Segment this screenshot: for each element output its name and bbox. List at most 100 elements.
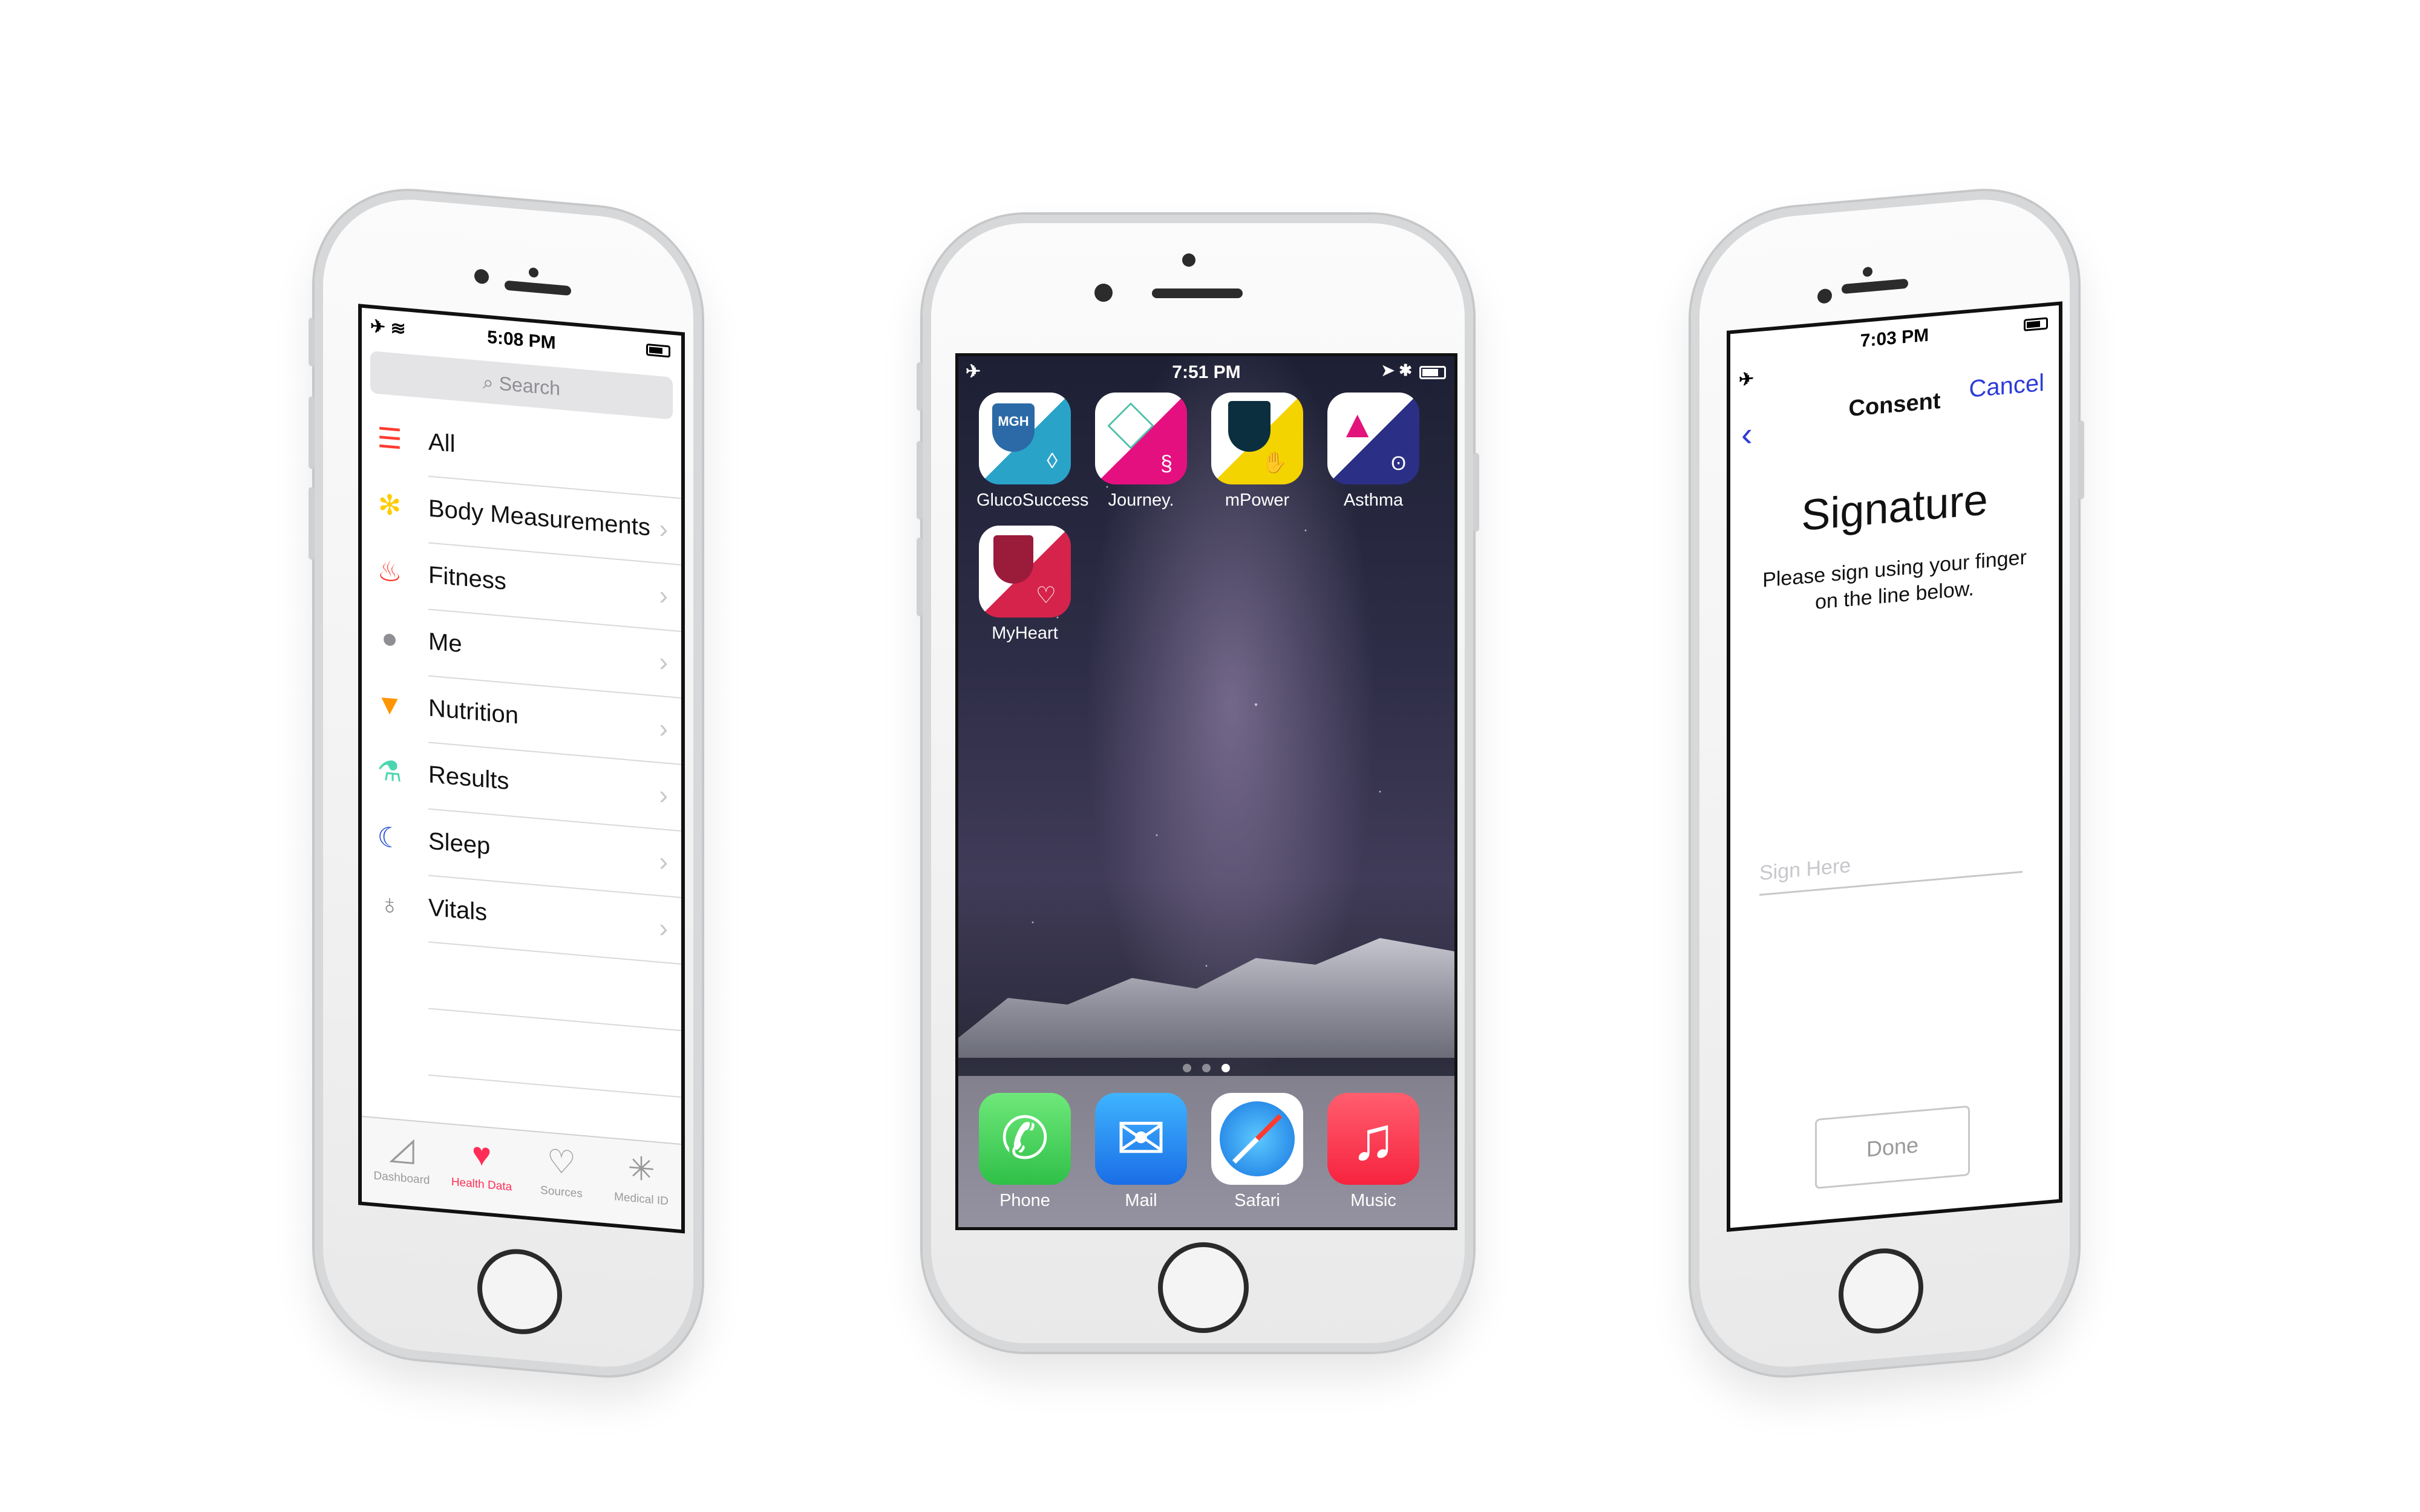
tab-bar: ◿ Dashboard ♥ Health Data ♡ Sources ✳ Me… [362,1115,681,1230]
earpiece-speaker [1842,278,1908,295]
home-button[interactable] [1158,1242,1249,1333]
head-icon: ● [381,621,398,655]
page-dot [1202,1064,1211,1072]
battery-icon [1419,366,1446,379]
journey-icon: § [1095,393,1187,484]
front-camera [1817,288,1832,304]
power-button [2078,420,2084,500]
folder-heart-icon: ♥ [471,1135,492,1174]
status-bar: ✈ 7:51 PM ➤ ✱ [958,356,1454,390]
search-placeholder: Search [499,372,561,400]
app-label: Music [1350,1191,1396,1210]
tab-label: Dashboard [373,1169,430,1187]
sensor [1182,253,1195,267]
heart-outline-icon: ♡ [1035,583,1056,608]
search-icon: ⌕ [482,371,499,394]
home-button[interactable] [1839,1245,1923,1337]
mute-switch [917,362,923,411]
app-safari[interactable]: Safari [1209,1093,1306,1211]
sensor [529,267,538,278]
home-button[interactable] [477,1245,562,1338]
chevron-right-icon: › [659,780,668,811]
battery-icon [2024,317,2048,331]
crest-icon [993,535,1033,584]
signature-pad[interactable]: Sign Here [1759,816,2023,896]
university-shield-icon [1228,401,1270,452]
page-indicator[interactable] [958,1064,1454,1075]
status-bar: ✈ 7:03 PM [1730,305,2059,390]
earpiece-speaker [1152,288,1243,298]
app-myheart[interactable]: ♡ MyHeart [976,526,1073,644]
moon-icon: ☾ [377,821,402,855]
app-label: GlucoSuccess [976,490,1089,510]
heart-arrow-icon: ♡ [546,1142,577,1182]
category-label: Me [428,628,462,658]
myheart-icon: ♡ [979,526,1071,618]
signature-placeholder: Sign Here [1759,853,1851,885]
category-label: Vitals [428,894,488,926]
category-label: Nutrition [428,694,518,729]
app-music[interactable]: ♫ Music [1325,1093,1422,1211]
tab-medical-id[interactable]: ✳ Medical ID [601,1138,681,1230]
sensor [1863,266,1872,278]
asterisk-icon: ✳ [627,1150,655,1189]
category-label: Fitness [428,561,506,595]
page-dot-current [1221,1064,1230,1072]
drop-icon: ◊ [1047,448,1058,473]
app-journey[interactable]: § Journey. [1093,393,1189,510]
category-label: Sleep [428,827,491,860]
front-camera [474,269,489,285]
music-note-icon: ♫ [1327,1093,1419,1185]
front-camera [1094,284,1113,302]
consent-screen: ✈ 7:03 PM ‹ Consent Cancel Signature Ple… [1727,301,2062,1232]
location-bluetooth-icon: ➤ ✱ [1381,361,1412,379]
tab-sources[interactable]: ♡ Sources [522,1131,601,1223]
chevron-right-icon: › [659,846,668,878]
app-glucosuccess[interactable]: MGH ◊ GlucoSuccess [976,393,1089,510]
cube-icon [1107,402,1154,449]
power-button [1473,453,1479,532]
app-mpower[interactable]: ✋ mPower [1209,393,1306,510]
volume-down-button [309,487,315,561]
phone-icon: ✆ [979,1093,1071,1185]
app-label: Asthma [1343,490,1404,510]
hand-icon: ✋ [1261,451,1287,474]
glucosuccess-icon: MGH ◊ [979,393,1071,484]
health-category-list: ☰ All ✻ Body Measurements › ♨ Fitness › … [362,405,681,1098]
tab-dashboard[interactable]: ◿ Dashboard [362,1117,442,1209]
tab-label: Health Data [451,1175,512,1194]
list-icon: ☰ [377,422,402,455]
done-button[interactable]: Done [1815,1105,1970,1190]
mpower-icon: ✋ [1211,393,1303,484]
home-screen: ✈ 7:51 PM ➤ ✱ MGH ◊ GlucoSuccess § Journ… [955,353,1457,1230]
volume-down-button [917,538,923,616]
battery-icon [646,343,670,358]
asthma-icon: ▲ ʘ [1327,393,1419,484]
chevron-right-icon: › [659,580,668,611]
tab-health-data[interactable]: ♥ Health Data [442,1124,522,1216]
person-icon: ✻ [378,488,402,522]
airplane-icon: ✈ [1739,368,1754,391]
app-label: Phone [999,1191,1050,1210]
dock: ✆ Phone ✉ Mail Safari ♫ Music [958,1076,1454,1227]
chevron-right-icon: › [659,713,668,745]
flame-icon: ♨ [377,555,402,588]
ribbon-icon: § [1160,451,1172,475]
earpiece-speaker [505,280,571,296]
app-label: mPower [1225,490,1290,510]
app-mail[interactable]: ✉ Mail [1093,1093,1189,1211]
phone-consent: ✈ 7:03 PM ‹ Consent Cancel Signature Ple… [1691,183,2084,1384]
chevron-right-icon: › [659,647,668,678]
app-phone[interactable]: ✆ Phone [976,1093,1073,1211]
tab-label: Medical ID [614,1190,669,1208]
instruction-text: Please sign using your finger on the lin… [1762,546,2027,614]
chart-icon: ◿ [389,1129,414,1168]
app-asthma[interactable]: ▲ ʘ Asthma [1325,393,1422,510]
page-title: Signature [1801,475,1988,541]
tab-label: Sources [540,1184,583,1201]
page-dot [1183,1064,1191,1072]
lungs-icon: ʘ [1391,452,1406,474]
chevron-right-icon: › [659,513,668,545]
volume-up-button [309,396,315,470]
app-label: Mail [1125,1191,1157,1210]
